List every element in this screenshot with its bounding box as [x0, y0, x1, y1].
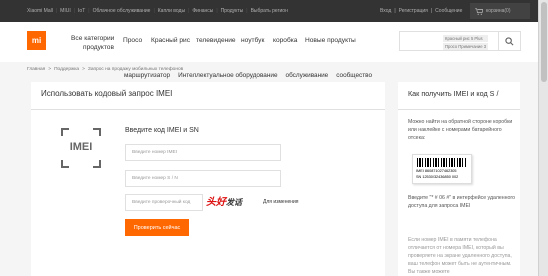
subnav-smart-devices[interactable]: Интеллектуальное оборудование: [178, 72, 277, 79]
barcode-sn: SN 12530/32436850 002: [416, 175, 459, 179]
top-link-region[interactable]: Выбрать регион: [251, 8, 288, 14]
nav-item-redmi[interactable]: Красный рис: [151, 37, 190, 44]
form-label: Введите код IMEI и SN: [125, 127, 199, 134]
cart-button[interactable]: корзина(0): [470, 3, 530, 19]
all-categories-line1[interactable]: Все категории: [71, 35, 114, 42]
divider: [31, 109, 385, 110]
top-link-miui[interactable]: MIUI: [60, 8, 71, 14]
all-categories-line2[interactable]: продуктов: [83, 44, 114, 51]
separator: |: [55, 8, 58, 14]
top-links: Xiaomi Mall | MIUI | IoT | Облачное обслужи…: [27, 8, 288, 14]
captcha-text: 头好: [206, 197, 226, 208]
imei-icon-label: IMEI: [69, 141, 93, 153]
help-title: Как получить IMEI и код S /: [408, 89, 499, 98]
captcha-image[interactable]: 头好发话: [206, 193, 242, 208]
search-box[interactable]: Красный рис 5 Plus Просо Примечание 3: [399, 31, 521, 51]
subnav-community[interactable]: сообщество: [336, 72, 372, 79]
help-text-warning: Если номер IMEI в памяти телефона отлича…: [408, 237, 512, 275]
account-links: Вход | Регистрация | Сообщение: [380, 8, 462, 14]
corner-bracket: [61, 160, 69, 168]
cart-icon: [475, 7, 483, 15]
breadcrumb-sep: >: [48, 67, 52, 72]
refresh-captcha-link[interactable]: Для изменения: [263, 199, 299, 205]
captcha-input[interactable]: Введите проверочный код: [125, 194, 203, 211]
top-bar: Xiaomi Mall | MIUI | IoT | Облачное обслужи…: [0, 0, 548, 22]
subnav-service[interactable]: обслуживание: [286, 72, 329, 79]
page-title: Использовать кодовый запрос IMEI: [41, 89, 173, 98]
separator: |: [430, 8, 433, 14]
scrollbar-thumb[interactable]: [541, 2, 547, 82]
top-link-finance[interactable]: Финансы: [192, 8, 213, 14]
help-panel: Как получить IMEI и код S / Можно найти …: [398, 82, 520, 276]
search-button[interactable]: [498, 31, 520, 51]
barcode-imei: IMEI 860871027462305: [416, 169, 457, 173]
separator: |: [394, 8, 396, 14]
separator: |: [246, 8, 248, 14]
top-link-drops[interactable]: Капли воды: [158, 8, 185, 14]
sn-input[interactable]: Введите номер S / N: [125, 170, 281, 187]
separator: |: [88, 8, 90, 14]
separator: |: [188, 8, 190, 14]
top-link-products[interactable]: Продукты: [221, 8, 244, 14]
captcha-text: 发话: [226, 197, 242, 207]
divider: [398, 109, 520, 110]
mi-logo[interactable]: mi: [27, 31, 46, 50]
subnav-router[interactable]: маршрутизатор: [124, 72, 170, 79]
corner-bracket: [93, 160, 101, 168]
search-hints: Красный рис 5 Plus Просо Примечание 3: [443, 35, 489, 50]
breadcrumb-home[interactable]: Главная: [27, 67, 45, 72]
imei-input[interactable]: Введите номер IMEI: [125, 144, 281, 161]
nav-item-proso[interactable]: Просо: [123, 37, 142, 44]
register-link[interactable]: Регистрация: [399, 8, 428, 14]
barcode-lines: [417, 158, 467, 167]
imei-icon: IMEI: [61, 128, 101, 168]
search-hint[interactable]: Просо Примечание 3: [443, 43, 489, 50]
top-link-cloud[interactable]: Облачное обслуживание: [93, 8, 151, 14]
help-text-code: Введите "* # 06 #" в интерфейсе удаленно…: [408, 195, 516, 209]
breadcrumb-sep: >: [82, 67, 85, 72]
login-link[interactable]: Вход: [380, 8, 391, 14]
separator: |: [216, 8, 218, 14]
imei-query-panel: Использовать кодовый запрос IMEI IMEI Вв…: [31, 82, 385, 276]
nav-item-laptop[interactable]: ноутбук: [241, 37, 264, 44]
search-hint[interactable]: Красный рис 5 Plus: [443, 35, 489, 42]
nav-item-new-products[interactable]: Новые продукты: [305, 37, 356, 44]
corner-bracket: [61, 128, 69, 136]
barcode-sticker-image: IMEI 860871027462305 SN 12530/32436850 0…: [412, 154, 472, 184]
nav-item-box[interactable]: коробка: [273, 37, 297, 44]
sub-nav: маршрутизатор Интеллектуальное оборудова…: [124, 72, 372, 79]
vertical-scrollbar[interactable]: [538, 0, 548, 276]
top-link-iot[interactable]: IoT: [78, 8, 85, 14]
help-text-box: Можно найти на обратной стороне коробки …: [408, 119, 513, 141]
check-now-button[interactable]: Проверить сейчас: [125, 219, 189, 236]
nav-item-tv[interactable]: телевидение: [196, 37, 236, 44]
top-link-mall[interactable]: Xiaomi Mall: [27, 8, 53, 14]
search-icon: [505, 36, 514, 45]
messages-link[interactable]: Сообщение: [435, 8, 462, 14]
separator: |: [153, 8, 155, 14]
corner-bracket: [93, 128, 101, 136]
breadcrumb-support[interactable]: Поддержка: [54, 67, 79, 72]
separator: |: [73, 8, 76, 14]
cart-label: корзина(0): [486, 8, 511, 14]
